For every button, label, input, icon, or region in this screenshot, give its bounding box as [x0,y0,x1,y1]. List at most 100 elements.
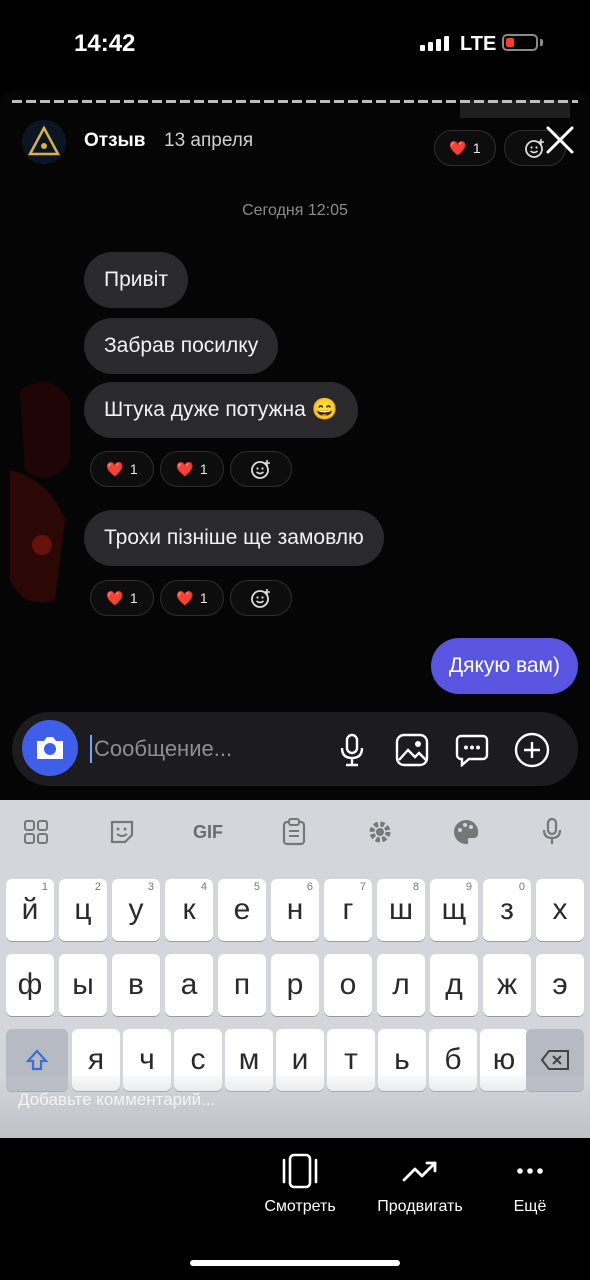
promote-button[interactable]: Продвигать [360,1152,480,1216]
close-icon [546,126,574,154]
key[interactable]: н6 [271,879,319,941]
network-label: LTE [460,33,497,55]
view-label: Смотреть [264,1198,336,1215]
key-label: ш [388,893,414,926]
key[interactable]: а [165,954,213,1016]
grid-icon [24,820,48,844]
key[interactable]: г7 [324,879,372,941]
microphone-icon [542,817,562,844]
avatar[interactable] [22,120,66,164]
add-button[interactable] [512,730,552,770]
shift-arrow-icon [25,1049,49,1071]
header-heart-reaction[interactable]: ❤️ 1 [434,130,496,166]
key[interactable]: ф [6,954,54,1016]
key[interactable]: ж [483,954,531,1016]
key[interactable]: з0 [483,879,531,941]
gallery-button[interactable] [392,730,432,770]
key-hint: 2 [94,881,101,893]
key-label: у [128,893,144,926]
speech-bubble-icon [455,734,489,767]
gif-button[interactable]: GIF [188,812,228,852]
home-indicator[interactable] [190,1260,400,1266]
key[interactable]: ц2 [59,879,107,941]
key[interactable]: е5 [218,879,266,941]
sticker-icon [110,820,134,844]
key[interactable]: х [536,879,584,941]
key[interactable]: в [112,954,160,1016]
clipboard-icon [282,818,306,846]
heart-reaction-pill[interactable]: ❤️ 1 [160,451,224,487]
add-reaction-button[interactable] [230,451,292,487]
key-label: н [286,893,304,926]
key-label: з [500,893,514,926]
reaction-count: 1 [199,590,208,606]
key-label: е [233,893,251,926]
key-hint: 8 [412,881,419,893]
microphone-icon [340,733,364,767]
reaction-count: 1 [199,461,208,477]
message-bubble: Забрав посилку [84,318,279,374]
promote-label: Продвигать [377,1198,463,1215]
chat-timestamp: Сегодня 12:05 [242,202,348,219]
camera-icon [37,737,63,759]
comment-input[interactable]: Добавьте комментарий... [18,1090,215,1110]
camera-button[interactable] [22,720,78,776]
key[interactable]: ш8 [377,879,425,941]
heart-reaction-pill[interactable]: ❤️ 1 [90,580,154,616]
story-author[interactable]: Отзыв [84,130,145,152]
chat-options-button[interactable] [452,730,492,770]
backspace-icon [540,1050,569,1070]
key[interactable]: р [271,954,319,1016]
sticker-button[interactable] [102,812,142,852]
heart-icon: ❤️ [449,139,467,156]
key-label: щ [441,893,467,926]
add-reaction-icon [251,460,270,479]
reaction-count: 1 [129,590,138,606]
heart-reaction-pill[interactable]: ❤️ 1 [160,580,224,616]
keyboard-row-2: ф ы в а п р о л д ж э [6,954,584,1016]
heart-icon: ❤️ [106,460,124,477]
settings-button[interactable] [360,812,400,852]
key[interactable]: д [430,954,478,1016]
key[interactable]: к4 [165,879,213,941]
key[interactable]: щ9 [430,879,478,941]
key[interactable]: ы [59,954,107,1016]
palette-icon [454,819,479,844]
add-reaction-icon [251,589,270,608]
story-date: 13 апреля [164,130,254,151]
close-button[interactable] [540,120,580,160]
add-reaction-button[interactable] [230,580,292,616]
key-hint: 3 [147,881,154,893]
clipboard-button[interactable] [274,812,314,852]
message-bubble: Трохи пізніше ще замовлю [84,510,384,566]
key[interactable]: л [377,954,425,1016]
message-bubble: Штука дуже потужна 😄 [84,382,358,438]
more-button[interactable]: Ещё [470,1152,590,1216]
message-input[interactable]: Сообщение... [90,735,232,763]
key[interactable]: п [218,954,266,1016]
view-icon [282,1153,318,1189]
plus-circle-icon [514,732,550,768]
heart-reaction-pill[interactable]: ❤️ 1 [90,451,154,487]
battery-tip [540,39,543,46]
theme-button[interactable] [446,812,486,852]
heart-icon: ❤️ [176,589,194,606]
battery-icon [502,34,538,51]
gear-icon [369,821,391,843]
story-progress-bar [12,100,578,103]
key-hint: 9 [465,881,472,893]
heart-icon: ❤️ [106,589,124,606]
more-icon [517,1168,543,1174]
more-label: Ещё [513,1198,547,1215]
key-label: г [342,893,354,926]
key-hint: 7 [359,881,366,893]
voice-input-button[interactable] [532,812,572,852]
microphone-button[interactable] [332,730,372,770]
key[interactable]: й1 [6,879,54,941]
key-label: й [21,893,39,926]
key[interactable]: о [324,954,372,1016]
keyboard-apps-button[interactable] [16,812,56,852]
key[interactable]: э [536,954,584,1016]
key[interactable]: у3 [112,879,160,941]
view-button[interactable]: Смотреть [240,1152,360,1216]
